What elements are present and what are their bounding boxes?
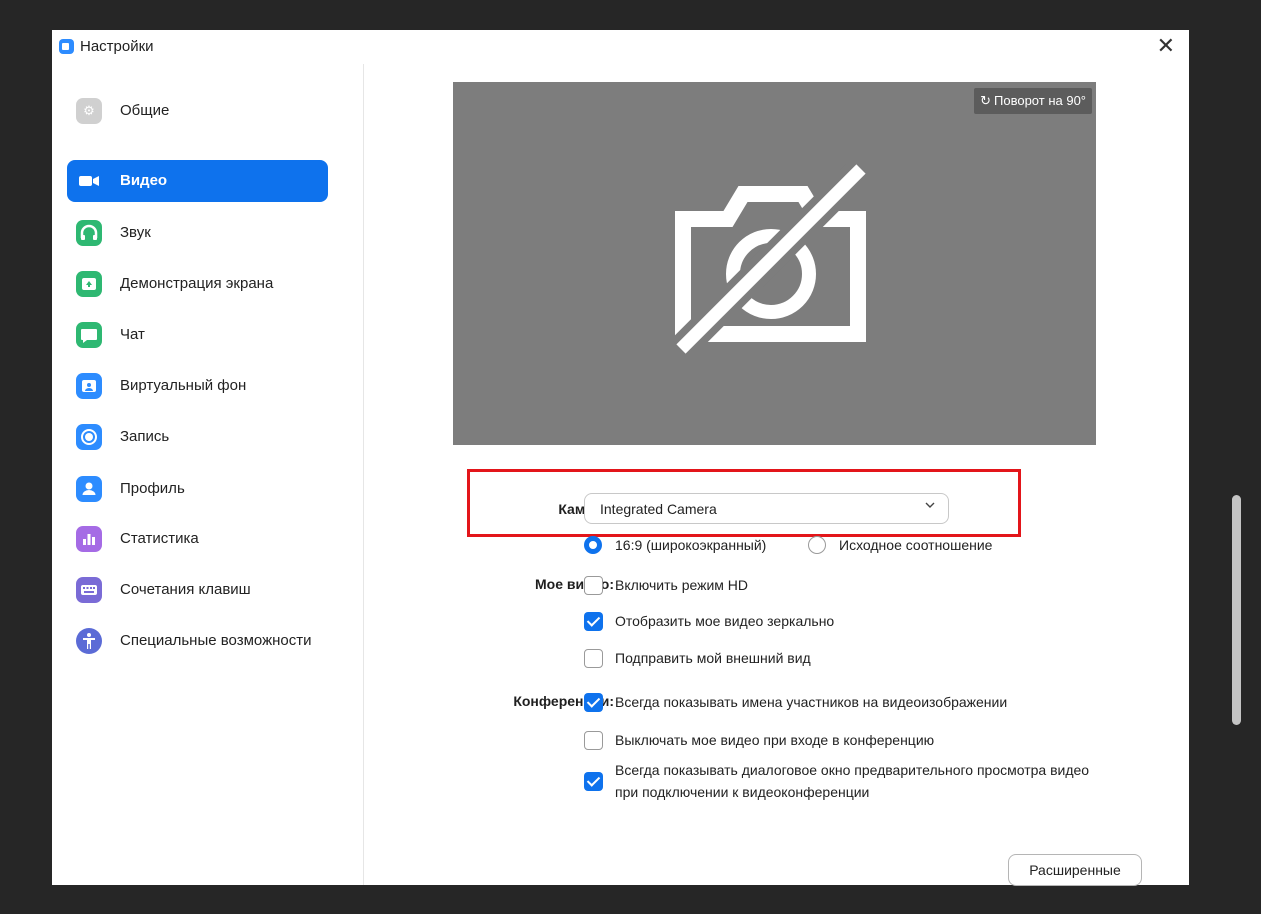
turn-off-video-label: Выключать мое видео при входе в конферен…	[615, 732, 935, 748]
rotate-button[interactable]: ↻ Поворот на 90°	[974, 88, 1092, 114]
preview-dialog-label: Всегда показывать диалоговое окно предва…	[615, 762, 1090, 778]
zoom-app-icon	[59, 39, 74, 54]
camera-off-icon	[673, 164, 871, 359]
hd-checkbox[interactable]	[584, 576, 603, 595]
close-icon[interactable]: ✕	[1157, 35, 1175, 57]
sidebar-item-audio[interactable]: Звук	[67, 212, 328, 254]
touch-up-checkbox[interactable]	[584, 649, 603, 668]
show-names-label: Всегда показывать имена участников на ви…	[615, 694, 1008, 710]
show-names-checkbox[interactable]	[584, 693, 603, 712]
sidebar-item-general[interactable]: ⚙ Общие	[67, 90, 328, 132]
sidebar-item-label: Видео	[120, 172, 168, 189]
rotate-icon: ↻	[980, 93, 992, 108]
preview-dialog-checkbox[interactable]	[584, 772, 603, 791]
headphones-icon	[76, 220, 102, 246]
settings-window: Настройки ✕ ⚙ Общие Видео Звук Демонстра…	[52, 30, 1241, 886]
turn-off-video-checkbox[interactable]	[584, 731, 603, 750]
hd-label: Включить режим HD	[615, 577, 749, 593]
rotate-label: Поворот на 90°	[994, 93, 1086, 108]
share-screen-icon	[76, 271, 102, 297]
sidebar-item-keyboard-shortcuts[interactable]: Сочетания клавиш	[67, 569, 328, 611]
mirror-video-label: Отобразить мое видео зеркально	[615, 613, 835, 629]
aspect-original-radio[interactable]	[808, 536, 826, 554]
chat-bubble-icon	[76, 322, 102, 348]
title-bar: Настройки ✕	[52, 30, 1189, 64]
video-preview: ↻ Поворот на 90°	[453, 82, 1096, 445]
sidebar-item-share-screen[interactable]: Демонстрация экрана	[67, 263, 328, 305]
sidebar-item-recording[interactable]: Запись	[67, 416, 328, 458]
aspect-16-9-radio[interactable]	[584, 536, 602, 554]
sidebar-item-profile[interactable]: Профиль	[67, 468, 328, 510]
camera-select-value: Integrated Camera	[600, 501, 717, 517]
sidebar-item-label: Виртуальный фон	[120, 377, 247, 394]
chevron-down-icon	[925, 500, 935, 513]
video-camera-icon	[76, 168, 102, 194]
virtual-background-icon	[76, 373, 102, 399]
sidebar-item-virtual-background[interactable]: Виртуальный фон	[67, 365, 328, 407]
statistics-icon	[76, 526, 102, 552]
sidebar-item-video[interactable]: Видео	[67, 160, 328, 202]
sidebar-item-chat[interactable]: Чат	[67, 314, 328, 356]
aspect-16-9-label: 16:9 (широкоэкранный)	[615, 537, 767, 553]
advanced-button[interactable]: Расширенные	[1008, 854, 1142, 886]
sidebar-item-statistics[interactable]: Статистика	[67, 518, 328, 560]
aspect-original-label: Исходное соотношение	[839, 537, 993, 553]
sidebar-item-label: Профиль	[120, 480, 185, 497]
scrollbar-thumb[interactable]	[1232, 495, 1241, 725]
mirror-video-checkbox[interactable]	[584, 612, 603, 631]
sidebar-item-label: Общие	[120, 102, 170, 119]
camera-select[interactable]: Integrated Camera	[584, 493, 949, 524]
sidebar-item-label: Звук	[120, 224, 151, 241]
record-icon	[76, 424, 102, 450]
keyboard-icon	[76, 577, 102, 603]
sidebar-item-label: Запись	[120, 428, 170, 445]
sidebar-item-accessibility[interactable]: Специальные возможности	[67, 620, 328, 662]
profile-icon	[76, 476, 102, 502]
accessibility-icon	[76, 628, 102, 654]
sidebar-item-label: Специальные возможности	[120, 632, 312, 649]
window-title: Настройки	[80, 38, 154, 55]
touch-up-label: Подправить мой внешний вид	[615, 650, 811, 666]
settings-sidebar: ⚙ Общие Видео Звук Демонстрация экрана Ч…	[52, 64, 364, 885]
sidebar-item-label: Сочетания клавиш	[120, 581, 251, 598]
video-settings-panel: ↻Поворот на 90° Камера: Integrated Camer…	[365, 64, 1241, 886]
sidebar-item-label: Чат	[120, 326, 145, 343]
sidebar-item-label: Статистика	[120, 530, 199, 547]
sidebar-item-label: Демонстрация экрана	[120, 275, 274, 292]
preview-dialog-label-line2: при подключении к видеоконференции	[615, 784, 870, 800]
gear-icon: ⚙	[76, 98, 102, 124]
